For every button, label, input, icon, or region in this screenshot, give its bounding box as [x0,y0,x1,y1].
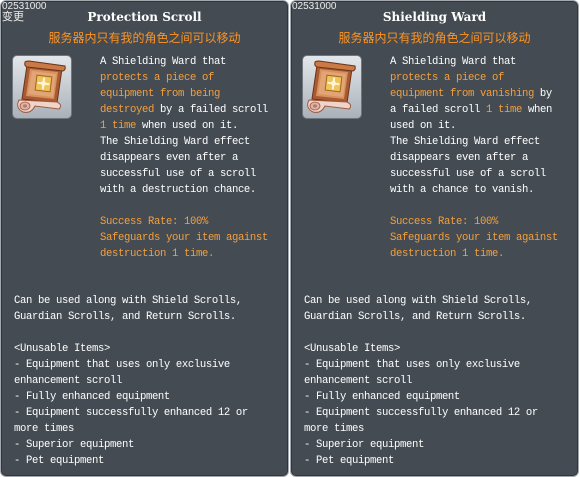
description-text: disappears even after a [390,152,528,164]
highlight-text: 1 time [100,120,136,132]
description-line: destroyed by a failed scroll [100,102,268,118]
description-text: with a chance to vanish. [390,184,534,196]
effect-line: destruction 1 time. [390,248,504,260]
highlight-text: equipment from being [100,88,220,100]
effect-line: Safeguards your item against [390,232,558,244]
unusable-line: - Equipment that uses only exclusive [304,359,520,371]
item-tooltip: 02531000 Shielding Ward 服务器内只有我的角色之间可以移动 [290,0,579,477]
description-line: 1 time when used on it. [100,118,268,134]
description-line: equipment from being [100,86,268,102]
highlight-text: equipment from vanishing [390,88,534,100]
trade-restriction-note: 服务器内只有我的角色之间可以移动 [338,31,531,45]
description-line: disappears even after a [390,150,552,166]
description-line: with a chance to vanish. [390,182,552,198]
scroll-icon [17,60,66,113]
description-text: The Shielding Ward effect [390,136,540,148]
unusable-line: - Pet equipment [304,455,394,467]
compatibility-note: Can be used along with Shield Scrolls, G… [14,293,242,325]
description-text: used on it. [390,120,456,132]
description-line: successful use of a scroll [100,166,268,182]
description-text: disappears even after a [100,152,238,164]
unusable-line: - Superior equipment [304,439,424,451]
description-line: A Shielding Ward that [390,54,552,70]
description-line: The Shielding Ward effect [100,134,268,150]
description-text: successful use of a scroll [100,168,256,180]
item-icon-frame [302,55,362,119]
unusable-items: <Unusable Items> - Equipment that uses o… [14,341,248,469]
scroll-bottom-curl [17,99,62,113]
description-text: a failed scroll [390,104,486,116]
trade-restriction-note: 服务器内只有我的角色之间可以移动 [48,31,241,45]
scroll-bottom-curl [307,99,352,113]
unusable-line: - Equipment that uses only exclusive [14,359,230,371]
unusable-line: enhancement scroll [304,375,412,387]
description-text: when used on it. [135,120,238,132]
unusable-header: <Unusable Items> [14,343,110,355]
description-text: A Shielding Ward that [100,56,226,68]
item-description: A Shielding Ward that protects a piece o… [100,54,268,198]
description-line: used on it. [390,118,552,134]
compatibility-note: Can be used along with Shield Scrolls, G… [304,293,532,325]
description-text: A Shielding Ward that [390,56,516,68]
scroll-icon [307,60,356,113]
highlight-text: 1 time [485,104,522,116]
unusable-line: - Equipment successfully enhanced 12 or [304,407,538,419]
unusable-line: - Pet equipment [14,455,104,467]
description-line: a failed scroll 1 time when [390,102,552,118]
description-text: successful use of a scroll [390,168,546,180]
description-text: when [521,104,552,116]
highlight-text: destroyed [100,104,154,116]
usage-line: Guardian Scrolls, and Return Scrolls. [14,311,236,323]
unusable-line: more times [14,423,74,435]
unusable-header: <Unusable Items> [304,343,400,355]
effect-line: Safeguards your item against [100,232,268,244]
description-line: A Shielding Ward that [100,54,268,70]
description-line: successful use of a scroll [390,166,552,182]
item-title: Protection Scroll [87,10,202,24]
description-line: disappears even after a [100,150,268,166]
description-text: by a failed scroll [153,104,268,116]
unusable-line: more times [304,423,364,435]
item-effects: Success Rate: 100% Safeguards your item … [390,214,558,262]
description-line: equipment from vanishing by [390,86,552,102]
description-text: The Shielding Ward effect [100,136,250,148]
item-title: Shielding Ward [382,10,487,24]
highlight-text: protects a piece of [100,72,214,84]
item-icon-frame [12,55,72,119]
highlight-text: protects a piece of [390,72,504,84]
description-text: by [533,88,552,100]
usage-line: Can be used along with Shield Scrolls, [304,295,532,307]
scroll-emblem [34,74,53,93]
item-tooltip: 02531000 变更 Protection Scroll 服务器内只有我的角色… [0,0,289,477]
item-effects: Success Rate: 100% Safeguards your item … [100,214,268,262]
unusable-items: <Unusable Items> - Equipment that uses o… [304,341,538,469]
description-line: protects a piece of [100,70,268,86]
unusable-line: enhancement scroll [14,375,122,387]
scroll-emblem [324,74,343,93]
unusable-line: - Equipment successfully enhanced 12 or [14,407,248,419]
description-line: protects a piece of [390,70,552,86]
item-description: A Shielding Ward that protects a piece o… [390,54,552,198]
success-rate: Success Rate: 100% [100,216,208,228]
unusable-line: - Fully enhanced equipment [14,391,170,403]
usage-line: Guardian Scrolls, and Return Scrolls. [304,311,526,323]
success-rate: Success Rate: 100% [390,216,498,228]
unusable-line: - Superior equipment [14,439,134,451]
description-line: with a destruction chance. [100,182,268,198]
usage-line: Can be used along with Shield Scrolls, [14,295,242,307]
unusable-line: - Fully enhanced equipment [304,391,460,403]
description-line: The Shielding Ward effect [390,134,552,150]
effect-line: destruction 1 time. [100,248,214,260]
description-text: with a destruction chance. [100,184,256,196]
